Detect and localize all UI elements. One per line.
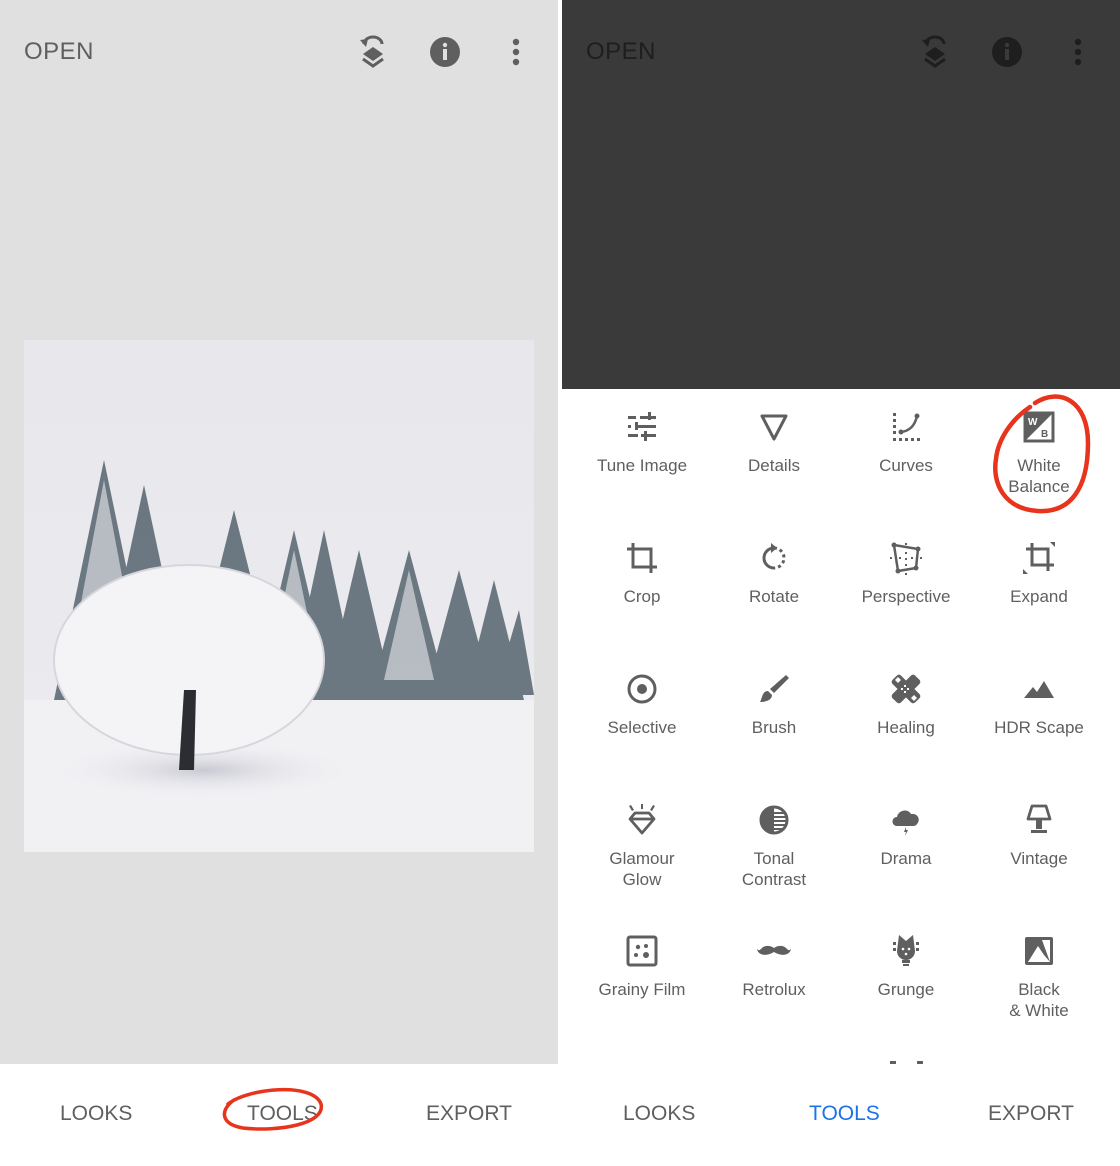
guitar-head-icon [893,935,919,966]
tool-label: Rotate [748,587,800,606]
tool-retrolux[interactable]: Retrolux [708,933,840,1000]
tool-perspective[interactable]: Perspective [840,540,972,607]
tool-details[interactable]: Details [708,409,840,476]
left-screen: OPEN LOOKS TOOLS EXPORT [0,0,558,1166]
tab-export[interactable]: EXPORT [426,1102,512,1126]
right-screen: OPEN Tune Image Details Curves WB White B… [562,0,1120,1166]
healing-icon [891,674,921,704]
tool-label: Drama [880,849,932,868]
tab-tools[interactable]: TOOLS [247,1102,318,1126]
tab-export[interactable]: EXPORT [988,1102,1074,1126]
tool-brush[interactable]: Brush [708,671,840,738]
tab-tools[interactable]: TOOLS [809,1102,880,1126]
tool-label: Crop [623,587,661,606]
tool-label: Brush [751,718,797,737]
tool-rotate[interactable]: Rotate [708,540,840,607]
tool-curves[interactable]: Curves [840,409,972,476]
info-icon[interactable] [427,34,463,70]
tool-label: Tune Image [596,456,688,475]
tool-hdr-scape[interactable]: HDR Scape [973,671,1105,738]
top-bar: OPEN [0,0,558,105]
tool-white-balance[interactable]: WB White Balance [973,409,1105,497]
tool-label: Grainy Film [598,980,686,999]
tool-label: Healing [877,718,935,737]
tool-label: White Balance [1008,456,1070,496]
tool-tonal-contrast[interactable]: Tonal Contrast [708,802,840,890]
tools-grid: Tune Image Details Curves WB White Balanc… [562,389,1120,1064]
info-icon[interactable] [989,34,1025,70]
perspective-icon [890,542,922,575]
tool-vintage[interactable]: Vintage [973,802,1105,869]
brush-icon [760,675,789,702]
tool-label: Expand [1010,587,1068,606]
svg-text:B: B [1041,429,1048,440]
mountains-icon [1024,681,1054,698]
winter-trees-image [24,340,534,852]
tool-label: Curves [879,456,933,475]
tool-label: Perspective [861,587,951,606]
tool-expand[interactable]: Expand [973,540,1105,607]
curves-icon [893,413,920,441]
layers-undo-icon[interactable] [355,34,391,70]
tab-looks[interactable]: LOOKS [60,1102,132,1126]
tool-label: Vintage [1010,849,1068,868]
tool-label: Grunge [877,980,935,999]
tune-icon [628,412,656,441]
grainy-film-icon [626,935,658,967]
tool-grunge[interactable]: Grunge [840,933,972,1000]
crop-icon [627,543,657,573]
diamond-icon [628,804,656,835]
rotate-icon [762,543,786,570]
svg-text:W: W [1028,417,1038,428]
white-balance-icon: WB [1023,411,1055,443]
open-button[interactable]: OPEN [586,38,656,66]
open-button[interactable]: OPEN [24,38,94,66]
tab-looks[interactable]: LOOKS [623,1102,695,1126]
black-white-icon [1025,937,1053,965]
tool-drama[interactable]: Drama [840,802,972,869]
details-triangle-icon [760,414,788,441]
bottom-nav: LOOKS TOOLS EXPORT [562,1064,1120,1166]
tool-tune-image[interactable]: Tune Image [576,409,708,476]
tool-label: HDR Scape [994,718,1084,737]
tool-label: Black & White [1009,980,1069,1020]
tool-label: Tonal Contrast [741,849,807,889]
expand-icon [1023,542,1055,574]
storm-cloud-icon [892,810,919,836]
tool-healing[interactable]: Healing [840,671,972,738]
selective-icon [627,674,657,704]
bottom-nav: LOOKS TOOLS EXPORT [0,1064,558,1166]
tool-label: Details [748,456,800,475]
tool-label: Selective [607,718,677,737]
more-vert-icon[interactable] [1060,34,1096,70]
tool-crop[interactable]: Crop [576,540,708,607]
photo-canvas[interactable] [24,340,534,852]
lamp-icon [1026,804,1052,833]
tool-selective[interactable]: Selective [576,671,708,738]
tonal-contrast-icon [759,805,789,835]
mustache-icon [757,945,791,955]
top-bar-dimmed: OPEN [562,0,1120,105]
tool-label: Retrolux [742,980,806,999]
tool-grainy-film[interactable]: Grainy Film [576,933,708,1000]
tool-label: Glamour Glow [609,849,675,889]
more-vert-icon[interactable] [498,34,534,70]
layers-undo-icon[interactable] [917,34,953,70]
tool-black-white[interactable]: Black & White [973,933,1105,1021]
tool-glamour-glow[interactable]: Glamour Glow [576,802,708,890]
